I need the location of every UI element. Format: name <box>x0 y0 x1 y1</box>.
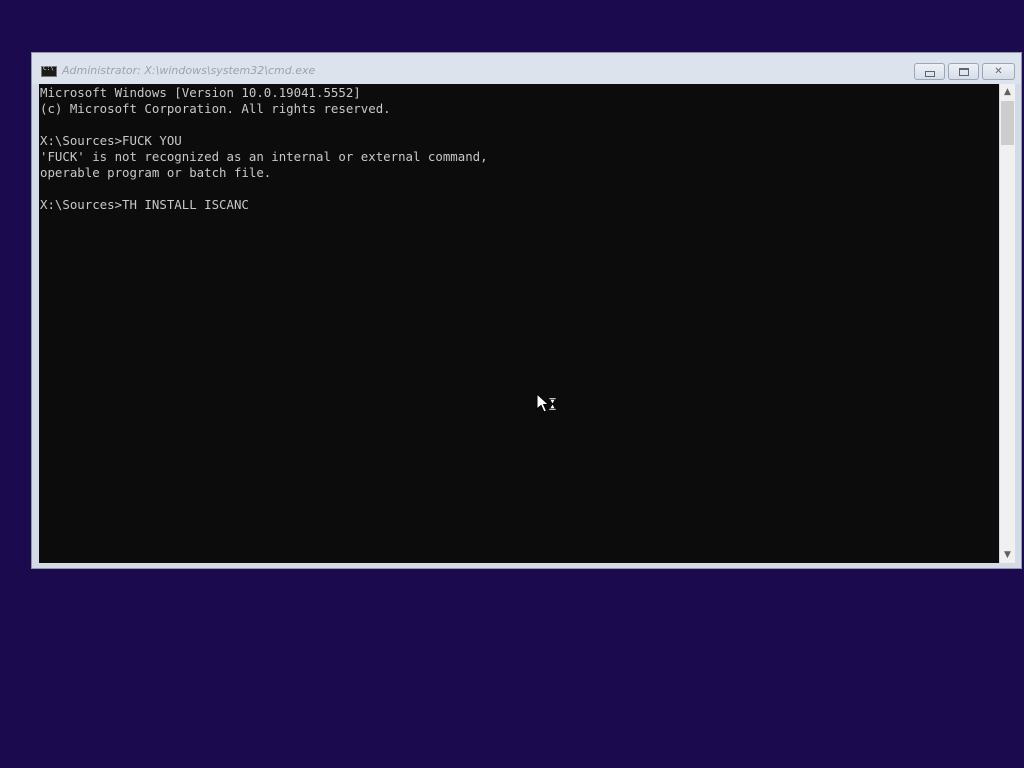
console-line: 'FUCK' is not recognized as an internal … <box>40 149 488 164</box>
busy-pointer-icon <box>536 393 557 413</box>
console-prompt-line[interactable]: X:\Sources>TH INSTALL ISCANC <box>40 197 999 213</box>
console-line: operable program or batch file. <box>40 165 272 180</box>
desktop-background: Administrator: X:\windows\system32\cmd.e… <box>0 0 1024 768</box>
minimize-button[interactable] <box>914 63 945 80</box>
close-button[interactable]: ✕ <box>982 63 1015 80</box>
maximize-icon <box>958 67 969 76</box>
console-line: Microsoft Windows [Version 10.0.19041.55… <box>40 85 361 100</box>
close-icon: ✕ <box>994 65 1003 77</box>
cmd-icon[interactable] <box>41 65 57 77</box>
cmd-window[interactable]: Administrator: X:\windows\system32\cmd.e… <box>31 52 1022 569</box>
console-line: X:\Sources>FUCK YOU <box>40 133 182 148</box>
window-title: Administrator: X:\windows\system32\cmd.e… <box>62 64 316 77</box>
vertical-scrollbar[interactable]: ▲ ▼ <box>1000 84 1015 563</box>
maximize-button[interactable] <box>948 63 979 80</box>
minimize-icon <box>924 70 935 77</box>
console-line: (c) Microsoft Corporation. All rights re… <box>40 101 391 116</box>
scroll-down-icon[interactable]: ▼ <box>1000 547 1015 563</box>
scroll-up-icon[interactable]: ▲ <box>1000 84 1015 100</box>
scroll-thumb[interactable] <box>1001 101 1014 145</box>
title-bar[interactable]: Administrator: X:\windows\system32\cmd.e… <box>32 53 1021 84</box>
console-text: Microsoft Windows [Version 10.0.19041.55… <box>39 84 999 213</box>
console-output[interactable]: Microsoft Windows [Version 10.0.19041.55… <box>39 84 999 563</box>
